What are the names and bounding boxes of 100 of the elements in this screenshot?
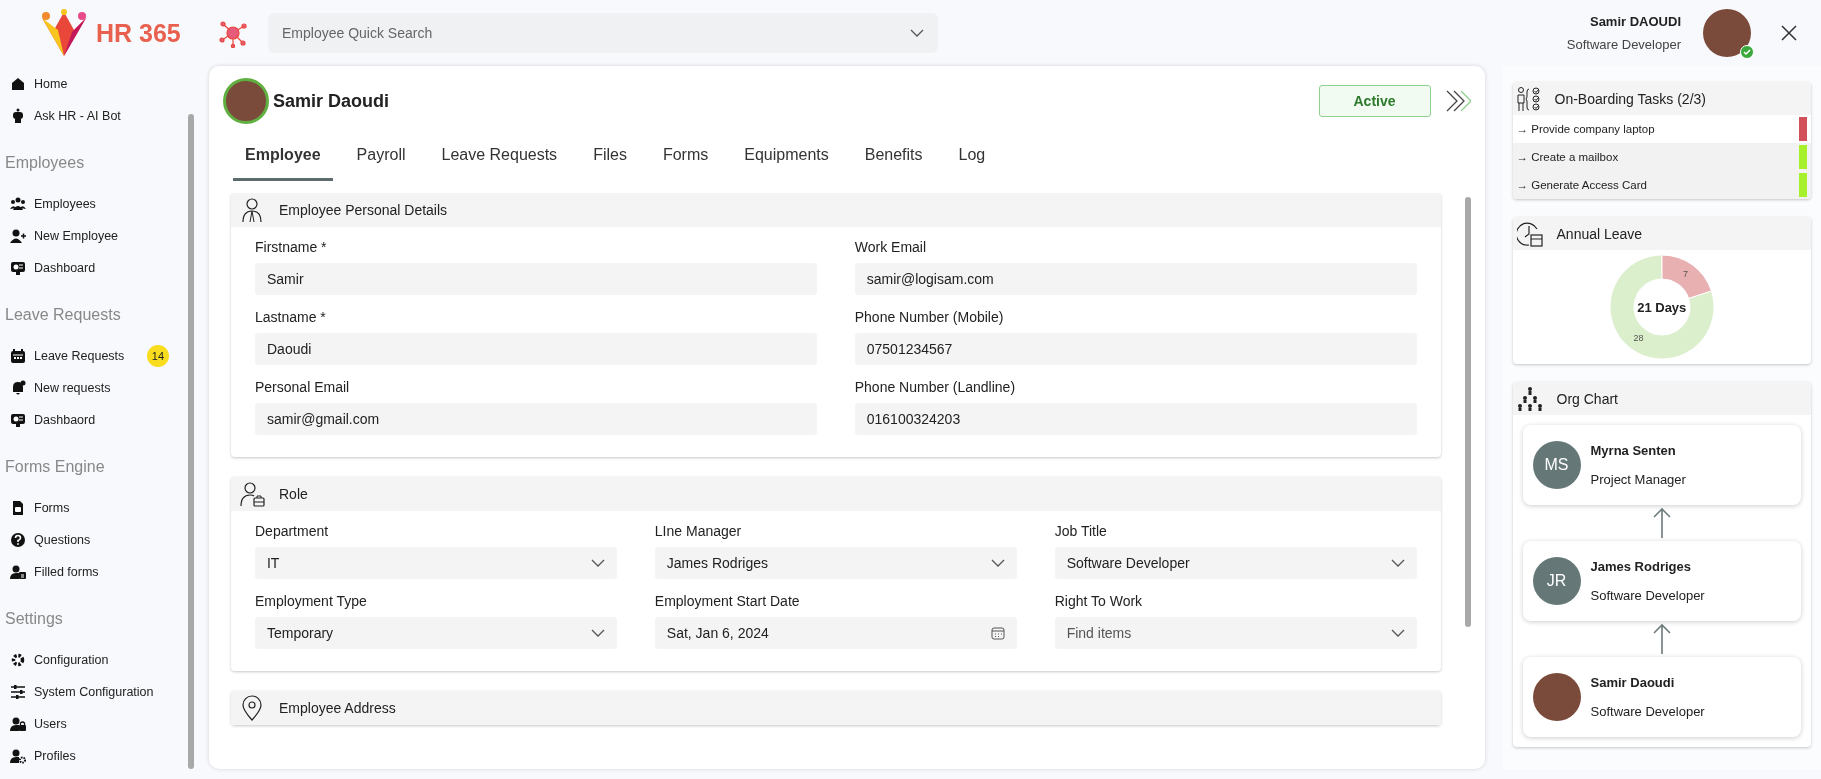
avatar-photo — [223, 78, 269, 124]
chevron-down-icon — [1390, 559, 1405, 567]
tab[interactable]: Leave Requests — [429, 136, 570, 181]
sidebar-item[interactable]: Dashboard — [0, 252, 199, 284]
sidebar-item[interactable]: Profiles — [0, 740, 199, 772]
nav-icon — [10, 76, 26, 92]
nav-icon — [10, 260, 26, 276]
tab[interactable]: Forms — [650, 136, 721, 181]
section-heading: Leave Requests — [4, 305, 122, 325]
nav-icon — [10, 412, 26, 428]
logo-text: HR 365 — [96, 18, 181, 48]
field-label: Job Title — [1054, 523, 1108, 539]
dropdown[interactable]: Software Developer — [1054, 547, 1417, 579]
clock-calendar-icon — [1516, 220, 1543, 247]
task-item[interactable]: → Generate Access Card — [1516, 179, 1647, 191]
input-field[interactable]: 07501234567 — [854, 333, 1417, 365]
field-label: Right To Work — [1054, 593, 1144, 609]
section-title: Role — [279, 486, 308, 502]
checklist-icon — [1516, 85, 1541, 112]
sidebar-item[interactable]: System Configuration — [0, 676, 199, 708]
sidebar-item[interactable]: New Employee — [0, 220, 199, 252]
section-heading: Settings — [4, 609, 64, 629]
chevron-down-icon — [990, 559, 1005, 567]
dropdown[interactable]: Temporary — [255, 617, 617, 649]
field-label: Firstname * — [255, 239, 328, 255]
tab[interactable]: Equipments — [732, 136, 841, 181]
chevron-down-icon — [590, 629, 605, 637]
task-item[interactable]: → Provide company laptop — [1516, 123, 1655, 135]
nav-icon — [10, 684, 26, 700]
employee-name: Samir Daoudi — [273, 90, 389, 112]
section-heading: Forms Engine — [4, 457, 106, 477]
sidebar-item[interactable]: Forms — [0, 492, 199, 524]
up-arrow-icon — [1652, 623, 1671, 655]
sidebar-item[interactable]: Ask HR - AI Bot — [0, 100, 199, 132]
nav-icon — [10, 348, 26, 364]
section-title: Employee Address — [279, 700, 396, 716]
person-role: Project Manager — [1590, 472, 1686, 487]
user-role: Software Developer — [1566, 37, 1681, 52]
dropdown[interactable]: Find items — [1054, 617, 1417, 649]
data-label: 7 — [1682, 268, 1688, 279]
section-heading: Employees — [4, 153, 86, 173]
scrollbar[interactable] — [188, 114, 194, 769]
nav-icon — [10, 748, 26, 764]
input-field[interactable]: Samir — [255, 263, 817, 295]
card-title: On-Boarding Tasks (2/3) — [1554, 90, 1706, 107]
search-field[interactable]: Employee Quick Search — [268, 13, 938, 53]
person-role: Software Developer — [1590, 704, 1705, 719]
sidebar-item[interactable]: Employees — [0, 188, 199, 220]
dropdown[interactable]: IT — [255, 547, 617, 579]
nav-icon — [10, 228, 26, 244]
date-field[interactable]: Sat, Jan 6, 2024 — [654, 617, 1017, 649]
input-field[interactable]: samir@logisam.com — [854, 263, 1417, 295]
nav-icon — [10, 716, 26, 732]
calendar-icon — [990, 626, 1005, 640]
tab[interactable]: Payroll — [344, 136, 418, 181]
initials-avatar: JR — [1532, 557, 1581, 605]
scrollbar[interactable] — [1464, 197, 1471, 627]
field-label: LIne Manager — [654, 523, 743, 539]
sidebar-item[interactable]: Dashbaord — [0, 404, 199, 436]
sidebar-item[interactable]: Users — [0, 708, 199, 740]
sidebar-item[interactable]: Configuration — [0, 644, 199, 676]
input-field[interactable]: 016100324203 — [854, 403, 1417, 435]
tab[interactable]: Employee — [233, 136, 333, 181]
input-field[interactable]: Daoudi — [255, 333, 817, 365]
chevron-down-icon — [590, 559, 605, 567]
person-role: Software Developer — [1590, 588, 1705, 603]
status-badge: Active — [1318, 85, 1431, 117]
initials-avatar: MS — [1532, 441, 1581, 489]
task-item[interactable]: → Create a mailbox — [1516, 151, 1619, 163]
nav-icon — [10, 500, 26, 516]
sidebar-item[interactable]: New requests — [0, 372, 199, 404]
sidebar-item[interactable]: Filled forms — [0, 556, 199, 588]
tab[interactable]: Files — [581, 136, 639, 181]
location-pin-icon — [239, 694, 265, 722]
org-chart-icon — [1516, 385, 1543, 412]
chevron-down-icon — [910, 29, 924, 37]
avatar-photo — [1703, 9, 1751, 57]
user-name: Samir DAOUDI — [1588, 14, 1681, 29]
field-label: Phone Number (Landline) — [854, 379, 1017, 395]
person-name: Samir Daoudi — [1590, 675, 1676, 690]
field-label: Lastname * — [255, 309, 327, 325]
sidebar-item[interactable]: Leave Requests 14 — [0, 340, 199, 372]
nav-icon — [10, 380, 26, 396]
avatar-photo — [1532, 673, 1581, 721]
chart-center-label: 21 Days — [1637, 299, 1687, 315]
person-name: Myrna Senten — [1590, 443, 1677, 458]
field-label: Phone Number (Mobile) — [854, 309, 1005, 325]
up-arrow-icon — [1652, 507, 1671, 539]
tab[interactable]: Log — [946, 136, 998, 181]
input-field[interactable]: samir@gmail.com — [255, 403, 817, 435]
field-label: Employment Type — [255, 593, 368, 609]
dropdown[interactable]: James Rodriges — [654, 547, 1017, 579]
field-label: Department — [255, 523, 330, 539]
sidebar-item[interactable]: Questions — [0, 524, 199, 556]
nav-icon — [10, 532, 26, 548]
count-badge: 14 — [147, 345, 169, 367]
field-label: Employment Start Date — [654, 593, 801, 609]
card-title: Org Chart — [1556, 390, 1618, 407]
tab[interactable]: Benefits — [852, 136, 935, 181]
sidebar-item[interactable]: Home — [0, 68, 199, 100]
